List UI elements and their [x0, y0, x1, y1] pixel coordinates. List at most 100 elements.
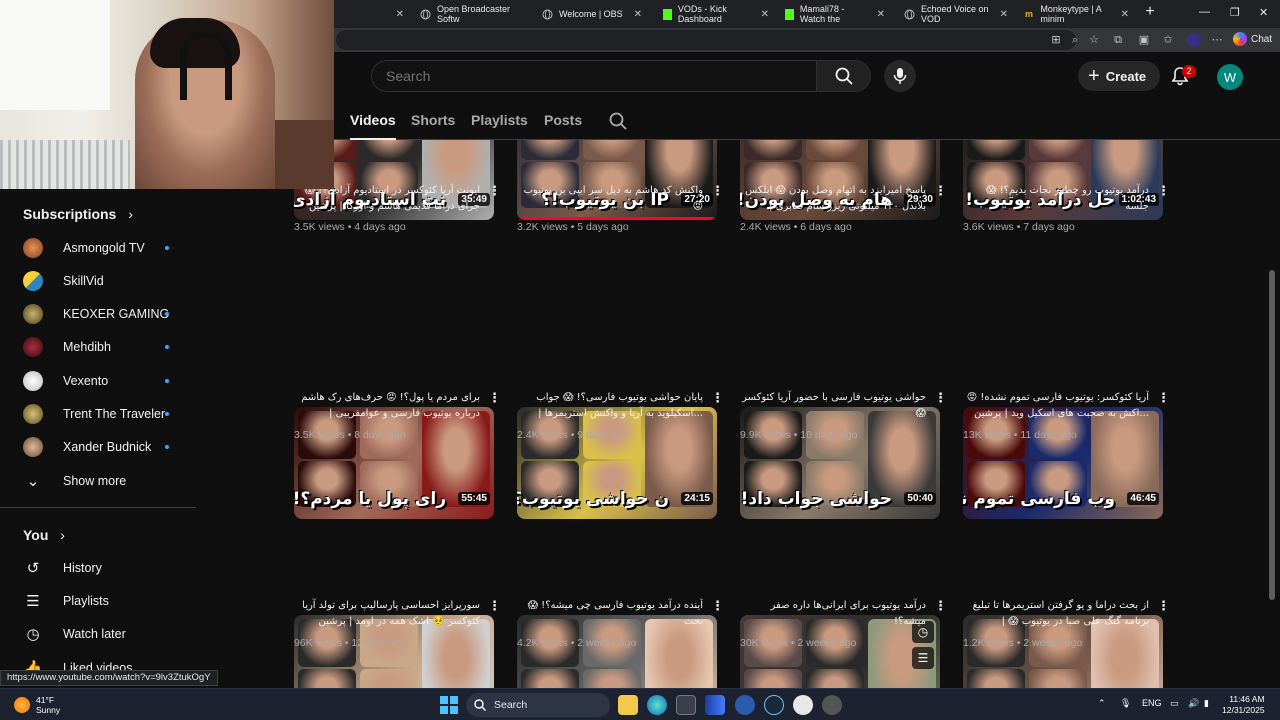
close-icon[interactable]: ✕ [1121, 9, 1129, 20]
more-menu-icon[interactable]: ⋯ [1211, 34, 1223, 46]
page-scrollbar[interactable] [1268, 140, 1276, 688]
video-title[interactable]: درآمد یوتیوب رو چطور نجات بدیم؟! 😱 جلسهج… [963, 183, 1149, 215]
browser-tab-kick-vods[interactable]: VODs - Kick Dashboard ✕ [657, 3, 775, 25]
maximize-icon[interactable]: ❐ [1230, 6, 1240, 19]
more-options-icon[interactable]: ⋮ [711, 598, 724, 614]
more-options-icon[interactable]: ⋮ [934, 598, 947, 614]
new-tab-button[interactable]: + [1142, 3, 1158, 23]
video-title[interactable]: سورپرایز احساسی پارسالیپ برای تولد آریا ک… [294, 598, 480, 630]
sidebar-item-keoxer[interactable]: KEOXER GAMING [23, 303, 193, 325]
browser-tab-mamali[interactable]: Mamali78 - Watch the ✕ [779, 3, 891, 25]
browser-tab-partial[interactable]: ✕ [338, 3, 410, 25]
tab-shorts[interactable]: Shorts [411, 112, 455, 128]
profile-icon[interactable] [1187, 33, 1201, 47]
more-options-icon[interactable]: ⋮ [488, 598, 501, 614]
close-icon[interactable]: ✕ [877, 9, 885, 20]
system-clock[interactable]: 11:46 AM 12/31/2025 [1222, 694, 1265, 716]
network-icon[interactable]: ▭ [1170, 698, 1179, 709]
create-button[interactable]: + Create [1078, 61, 1161, 91]
add-to-queue-icon[interactable]: ☰ [912, 647, 934, 669]
install-app-icon[interactable]: ⊞ [1050, 34, 1062, 46]
copilot-chat-button[interactable]: Chat [1233, 32, 1272, 46]
sidebar-item-asmongold[interactable]: Asmongold TV [23, 237, 193, 259]
sidebar-item-trent[interactable]: Trent The Traveler [23, 403, 193, 425]
favorites-icon[interactable]: ✩ [1162, 34, 1174, 46]
sidebar-item-vexento[interactable]: Vexento [23, 370, 193, 392]
browser-tab-welcome-obs[interactable]: Welcome | OBS ✕ [536, 3, 648, 25]
performance-app-icon[interactable] [705, 695, 725, 715]
microphone-tray-icon[interactable]: 🎙 [1120, 698, 1131, 709]
voice-search-button[interactable] [884, 60, 916, 92]
account-avatar[interactable]: W [1217, 64, 1243, 90]
weather-text: Sunny [36, 705, 61, 715]
you-heading[interactable]: You › [23, 527, 65, 543]
close-icon[interactable]: ✕ [396, 9, 404, 20]
browser-tab-obs[interactable]: Open Broadcaster Softw [414, 3, 530, 25]
sidebar-item-history[interactable]: ↺ History [23, 558, 102, 578]
video-thumbnail[interactable]: ن حواشی یوتیوب؟! 24:15 [517, 407, 717, 519]
zoom-icon[interactable]: ⌕ [1069, 34, 1081, 46]
edge-browser-icon[interactable] [647, 695, 667, 715]
video-title[interactable]: پاسخ امیرایزد به اتهام وصل بودن 😱 ابلکس ب… [740, 183, 926, 215]
obs-icon[interactable] [793, 695, 813, 715]
file-explorer-icon[interactable] [618, 695, 638, 715]
bookmark-star-icon[interactable]: ☆ [1088, 34, 1100, 46]
more-options-icon[interactable]: ⋮ [488, 390, 501, 406]
telegram-icon[interactable] [735, 695, 755, 715]
windows-start-icon[interactable] [440, 696, 458, 714]
sidebar-item-skillvid[interactable]: SkillVid [23, 270, 193, 292]
browser-tab-monkeytype[interactable]: m Monkeytype | A minim ✕ [1019, 3, 1135, 25]
video-title[interactable]: برای مردم یا پول؟! 😡 حرف‌های رک هاشم دربا… [294, 390, 480, 422]
more-options-icon[interactable]: ⋮ [711, 390, 724, 406]
more-options-icon[interactable]: ⋮ [1157, 390, 1170, 406]
tab-playlists[interactable]: Playlists [471, 112, 528, 128]
video-title[interactable]: از بحث دراما و یو گرفتن استریمرها تا تبل… [963, 598, 1149, 630]
more-options-icon[interactable]: ⋮ [934, 390, 947, 406]
weather-widget[interactable]: 41°F Sunny [14, 695, 60, 715]
video-title[interactable]: حواشی یوتیوب فارسی با حضور آریا کئوکسر 😱… [740, 390, 926, 422]
scrollbar-thumb[interactable] [1269, 270, 1275, 600]
more-options-icon[interactable]: ⋮ [1157, 598, 1170, 614]
battery-icon[interactable]: ▮ [1204, 698, 1209, 709]
video-title[interactable]: پایان حواشی یوتیوب فارسی؟! 😱 جواب ...اسکی… [517, 390, 703, 422]
sidebar-item-playlists[interactable]: ☰ Playlists [23, 591, 109, 611]
collections-icon[interactable]: ▣ [1138, 34, 1150, 46]
more-options-icon[interactable]: ⋮ [711, 183, 724, 199]
video-title[interactable]: آریا کئوکسر: یوتیوب فارسی تموم نشده! 😡..… [963, 390, 1149, 422]
taskbar-search[interactable]: Search [466, 693, 610, 717]
tab-posts[interactable]: Posts [544, 112, 582, 128]
video-thumbnail[interactable]: حواشی جواب داد! 50:40 [740, 407, 940, 519]
video-title[interactable]: درآمد یوتیوب برای ایرانی‌ها داره صفر میش… [740, 598, 926, 630]
video-title[interactable]: آینده درآمد یوتیوب فارسی چی میشه؟! 😱 بحث… [517, 598, 703, 630]
channel-search-icon[interactable] [609, 112, 627, 130]
address-bar[interactable] [336, 30, 1076, 50]
more-options-icon[interactable]: ⋮ [1157, 183, 1170, 199]
close-icon[interactable]: ✕ [634, 9, 642, 20]
sidebar-item-watch-later[interactable]: ◷ Watch later [23, 624, 125, 644]
language-indicator[interactable]: ENG [1142, 698, 1162, 708]
more-options-icon[interactable]: ⋮ [934, 183, 947, 199]
more-options-icon[interactable]: ⋮ [488, 183, 501, 199]
video-thumbnail[interactable]: رای پول یا مردم؟! 55:45 [294, 407, 494, 519]
video-title[interactable]: واکنش کد هاشم به دیل سر ایپی بن یوتیوب 😡… [517, 183, 703, 215]
close-window-icon[interactable]: ✕ [1259, 6, 1268, 19]
close-icon[interactable]: ✕ [761, 9, 769, 20]
tab-videos[interactable]: Videos [350, 112, 396, 140]
sidebar-item-mehdibh[interactable]: Mehdibh [23, 336, 193, 358]
subscriptions-heading[interactable]: Subscriptions › [23, 206, 133, 222]
extensions-icon[interactable]: ⧉ [1112, 34, 1124, 46]
sidebar-item-xander[interactable]: Xander Budnick [23, 436, 193, 458]
chevron-up-icon[interactable]: ⌃ [1098, 698, 1106, 709]
search-input[interactable] [372, 61, 816, 91]
close-icon[interactable]: ✕ [1000, 9, 1008, 20]
settings-gear-icon[interactable] [822, 695, 842, 715]
store-icon[interactable] [676, 695, 696, 715]
search-button[interactable] [817, 60, 871, 92]
volume-icon[interactable]: 🔊 [1188, 698, 1199, 709]
steam-icon[interactable] [764, 695, 784, 715]
video-thumbnail[interactable]: وب فارسی تموم نشده! 46:45 [963, 407, 1163, 519]
browser-tab-echoed-voice[interactable]: Echoed Voice on VOD ✕ [898, 3, 1014, 25]
show-more-button[interactable]: ⌄ Show more [23, 471, 127, 491]
minimize-icon[interactable]: — [1199, 6, 1210, 18]
webcam-background-rack [0, 140, 130, 189]
